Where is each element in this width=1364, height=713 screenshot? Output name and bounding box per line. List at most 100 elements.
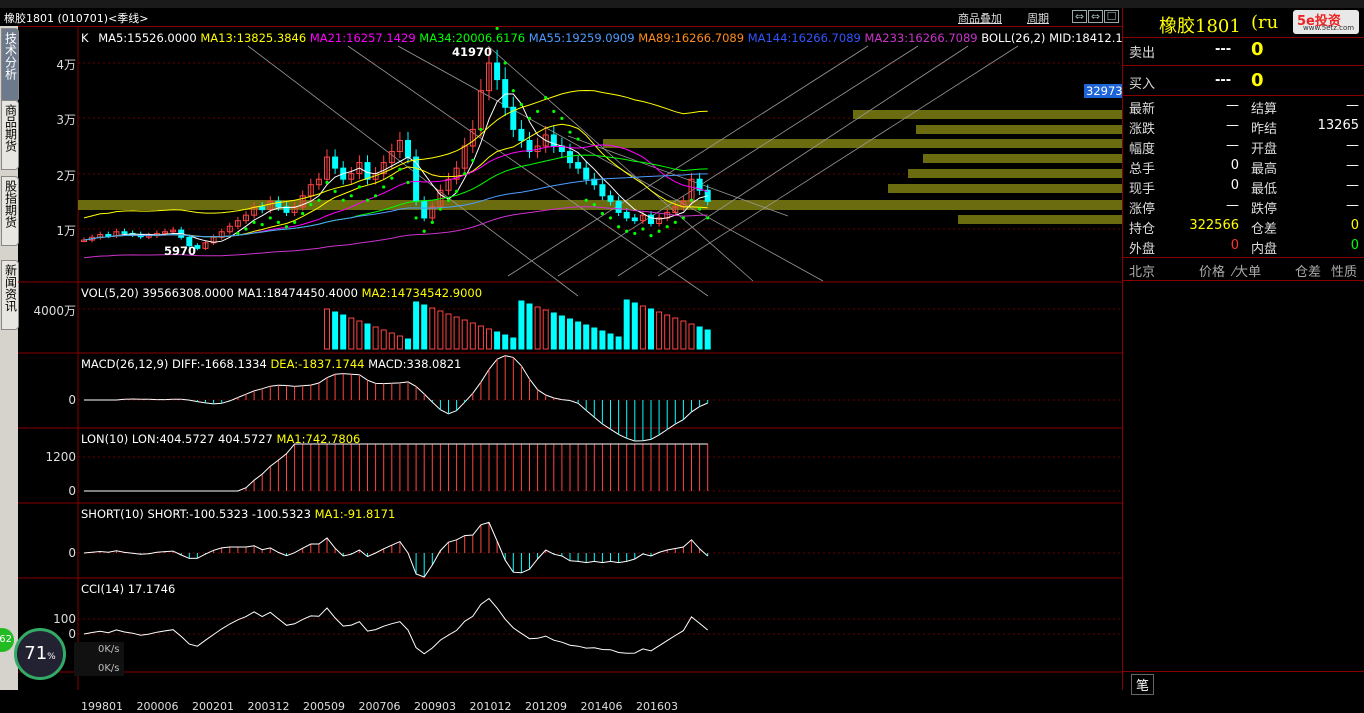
sar-dot [341,198,345,202]
tab-news[interactable]: 新闻资讯 [1,260,19,330]
volume-profile-bar [923,154,1122,163]
expand-icon[interactable]: ⇔ [1088,10,1103,23]
quote-row: 最新 — 结算 — [1123,96,1364,117]
tab-commodity[interactable]: 商品期货 [1,100,19,170]
period-button[interactable]: 周期 [1027,10,1049,26]
sar-dot [333,189,337,193]
tab-ticks[interactable]: 笔 [1131,674,1155,695]
sar-dot [374,194,378,198]
tab-technical[interactable]: 技术分析 [1,28,19,102]
quote-label: 开盘 [1251,142,1278,157]
quote-value: 0 [1350,218,1359,233]
sar-dot [365,198,370,202]
volume-bar [405,338,411,350]
volume-bar [437,310,444,350]
quote-header: 橡胶1801 (ru 5e投资 www.5etz.com [1123,10,1364,37]
candle-body [105,234,112,237]
volume-bar [486,328,492,350]
speed-ring[interactable]: 71% [14,628,66,680]
maximize-icon[interactable]: ☐ [1104,10,1119,23]
trade-col-diff: 仓差 [1295,265,1322,280]
volume-bar [623,299,630,350]
volume-bar [510,337,517,350]
lon-legend-ma1: MA1:742.7806 [276,432,361,446]
sar-dot [495,26,499,31]
lon-legend-lon: LON:404.5727 [131,432,215,446]
sar-dot [617,225,621,229]
volume-bar [388,332,395,350]
overlay-button[interactable]: 商品叠加 [958,10,1002,26]
sar-dot [706,216,710,220]
quote-value: — [1346,98,1359,113]
quote-value: — [1346,178,1359,193]
quote-label: 最新 [1129,102,1156,117]
macd-legend-dea: DEA:-1837.1744 [270,357,365,371]
x-tick-label: 200006 [136,700,179,713]
quote-row: 现手 0 最低 — [1123,176,1364,197]
sar-dot [625,229,629,233]
sar-dot [463,172,467,176]
gann-fan-line [557,45,919,277]
quote-label: 持仓 [1129,222,1156,237]
cci-line [83,597,709,655]
quote-value: 0 [1230,158,1239,173]
candle-body [518,128,525,141]
tab-index-futures[interactable]: 股指期货 [1,176,19,246]
legend-ma13: MA13:13825.3846 [200,31,307,45]
sar-dot [649,234,653,238]
sar-dot [503,61,507,65]
candle-body [413,156,420,202]
volume-bar [648,308,654,350]
vol-legend-value: 39566308.0000 [142,286,234,300]
volume-bar [534,306,541,350]
sell-volume: 0 [1251,39,1264,60]
candle-body [502,79,509,108]
candle-body [575,162,582,169]
volume-bar [631,302,638,350]
x-tick-label: 200201 [192,700,234,713]
quote-row: 涨停 — 跌停 — [1123,196,1364,217]
quote-value: 13265 [1317,118,1359,133]
lon-legend-val: 404.5727 [217,432,273,446]
contract-name: 橡胶1801 [1159,16,1241,37]
candle-body [121,231,128,234]
quote-label: 总手 [1129,162,1156,177]
volume-bar [575,321,582,350]
chart-area[interactable]: K MA5:15526.0000 MA13:13825.3846 MA21:16… [18,26,1145,713]
trade-col-price: 价格 [1199,265,1226,280]
short-line [83,521,709,578]
sar-dot [592,203,596,207]
quote-value: — [1346,158,1359,173]
candle-body [567,151,573,164]
price-tag: 32973 [1084,84,1125,98]
shrink-icon[interactable]: ⇔ [1072,10,1087,23]
quote-label: 最低 [1251,182,1278,197]
volume-bar [380,329,387,350]
sar-dot [398,167,402,171]
volume-bar [672,317,679,350]
buy-row: 买入 --- 0 [1123,70,1364,92]
sar-dot [698,207,702,211]
x-tick-label: 201603 [636,700,678,713]
tab-index-futures-label: 股指期货 [3,180,18,228]
x-tick-label: 200903 [414,700,456,713]
gann-fan-line [617,45,969,277]
sar-dot [527,116,532,120]
volume-bar [696,326,703,350]
ma34-line [83,154,708,241]
quote-row: 持仓 322566 仓差 0 [1123,216,1364,237]
volume-bar [607,333,614,350]
volume-bar [704,329,711,350]
sar-dot [349,194,353,198]
volume-bar [591,327,598,350]
sell-price: --- [1215,42,1232,57]
sar-dot [544,95,548,100]
download-speed: 0K/s [98,663,120,674]
sar-dot [681,216,686,220]
short-y-tick: 0 [68,546,76,560]
quote-label: 仓差 [1251,222,1278,237]
sar-dot [584,198,588,202]
vol-legend-name: VOL(5,20) [81,286,139,300]
volume-bar [583,324,590,350]
volume-bar [348,317,355,350]
